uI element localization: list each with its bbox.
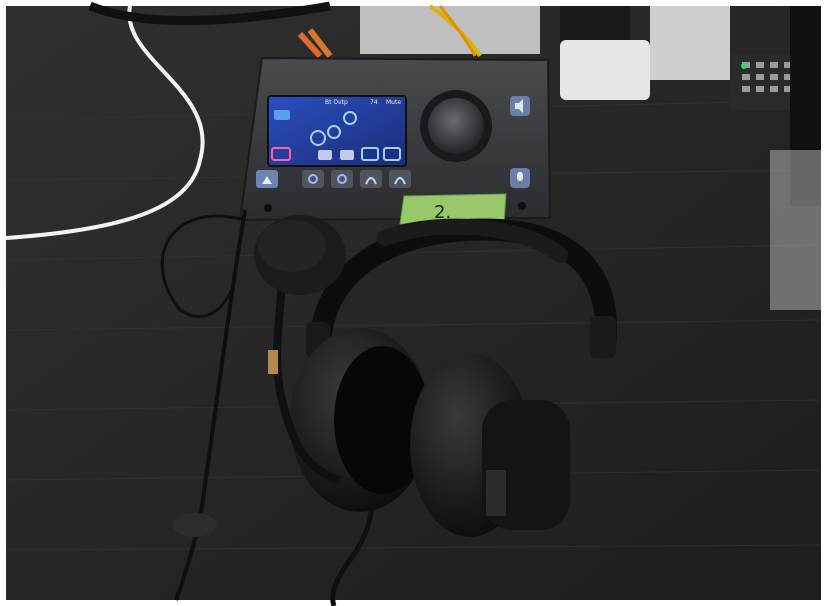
interface-screen [267,95,407,167]
monitor-stand [360,6,540,54]
screen-status-left: 74 [370,99,378,106]
desk-photo: Bt Ovtp 74 Mute 2. [0,0,827,606]
screen-status-right: Mute [386,99,401,106]
cable-velcro-strap [173,513,217,537]
screen-title: Bt Ovtp [325,99,348,106]
